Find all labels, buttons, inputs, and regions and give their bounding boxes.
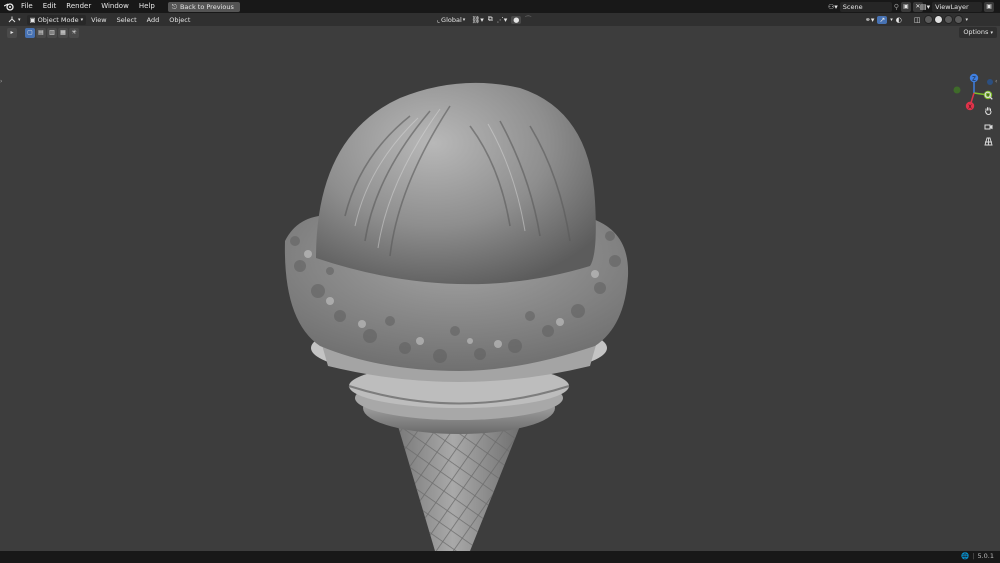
- version-info: 🌐 | 5.0.1: [961, 552, 994, 560]
- status-bar: 🌐 | 5.0.1: [0, 551, 1000, 563]
- shading-mode-group: [923, 15, 963, 24]
- menu-window[interactable]: Window: [96, 0, 134, 13]
- 3d-viewport[interactable]: › ‹ Z Y X: [0, 26, 1000, 551]
- menu-file[interactable]: File: [16, 0, 38, 13]
- wireframe-shading-icon[interactable]: [923, 15, 933, 24]
- chevron-down-icon: ▾: [990, 30, 993, 36]
- object-mode-icon: ▣: [29, 15, 36, 24]
- view-layer-name-field[interactable]: ViewLayer: [932, 1, 983, 12]
- falloff-icon[interactable]: ⁀: [525, 16, 531, 24]
- version-label: 5.0.1: [977, 552, 994, 560]
- scene-icon[interactable]: ⚇▾: [828, 3, 838, 11]
- select-extend-icon[interactable]: ▤: [36, 27, 46, 38]
- globe-icon: 🌐: [961, 552, 970, 560]
- gizmo-dropdown-icon[interactable]: ▾: [890, 17, 893, 23]
- top-menu-bar: File Edit Render Window Help ⎋ Back to P…: [0, 0, 1000, 13]
- pivot-point-icon[interactable]: ⛓▾: [471, 16, 483, 24]
- new-view-layer-icon[interactable]: ▣: [984, 1, 995, 12]
- scene-name-field[interactable]: Scene: [839, 1, 892, 12]
- select-invert-icon[interactable]: ▦: [58, 27, 68, 38]
- select-subtract-icon[interactable]: ▥: [47, 27, 57, 38]
- snap-options-icon[interactable]: ⋰▾: [497, 16, 508, 24]
- viewport-header: ▾ ▣ Object Mode ▾ View Select Add Object…: [0, 13, 1000, 26]
- transform-orientation-dropdown[interactable]: ⌞ Global ▾: [435, 15, 467, 25]
- active-tool-icon[interactable]: ▸: [7, 27, 17, 38]
- perspective-toggle-icon[interactable]: [982, 135, 995, 148]
- chevron-down-icon: ▾: [80, 16, 84, 23]
- menu-render[interactable]: Render: [61, 0, 96, 13]
- header-menu-view[interactable]: View: [86, 16, 111, 24]
- back-to-previous-label: Back to Previous: [179, 2, 234, 11]
- blender-logo-icon[interactable]: [2, 0, 16, 13]
- header-menu-add[interactable]: Add: [142, 16, 165, 24]
- new-scene-icon[interactable]: ▣: [900, 1, 911, 12]
- rendered-shading-icon[interactable]: [953, 15, 963, 24]
- menu-help[interactable]: Help: [134, 0, 160, 13]
- back-to-previous-button[interactable]: ⎋ Back to Previous: [167, 1, 240, 12]
- options-dropdown[interactable]: Options ▾: [959, 27, 997, 38]
- shading-options-icon[interactable]: ▾: [966, 17, 969, 23]
- select-new-icon[interactable]: ▢: [25, 27, 35, 38]
- back-icon: ⎋: [171, 2, 177, 11]
- toolbar-expand-icon[interactable]: ›: [0, 78, 4, 86]
- header-menu-select[interactable]: Select: [112, 16, 142, 24]
- viewport-display-tools: ⚭▾ ↗ ▾ ◐ ◫ ▾: [865, 14, 968, 25]
- pan-hand-icon[interactable]: [982, 104, 995, 117]
- gizmo-toggle-icon[interactable]: ↗: [877, 15, 888, 24]
- xray-toggle-icon[interactable]: ◫: [914, 16, 921, 24]
- orientation-icon: ⌞: [437, 15, 441, 24]
- snap-icon[interactable]: ⧉: [488, 15, 493, 24]
- pin-icon[interactable]: ⚲: [894, 3, 899, 11]
- editor-type-icon[interactable]: ▾: [6, 15, 23, 25]
- visibility-icon[interactable]: ⚭▾: [865, 16, 874, 24]
- camera-view-icon[interactable]: [982, 120, 995, 133]
- menu-edit[interactable]: Edit: [38, 0, 62, 13]
- select-intersect-icon[interactable]: ✳: [69, 27, 79, 38]
- ice-cream-cone-model: [284, 82, 629, 551]
- material-preview-shading-icon[interactable]: [943, 15, 953, 24]
- zoom-icon[interactable]: [982, 89, 995, 102]
- header-menu-object[interactable]: Object: [164, 16, 195, 24]
- object-mode-dropdown[interactable]: ▣ Object Mode ▾: [26, 14, 87, 25]
- tool-settings-row: ▸ ▢ ▤ ▥ ▦ ✳ Options ▾: [0, 26, 1000, 39]
- transform-tools: ⌞ Global ▾ ⛓▾ ⧉ ⋰▾ ● ⁀: [435, 14, 531, 25]
- selection-mode-group: ▢ ▤ ▥ ▦ ✳: [25, 27, 79, 38]
- gizmo-z-label: Z: [972, 77, 976, 83]
- view-layer-selector: ▤▾ ViewLayer ▣: [920, 1, 995, 12]
- chevron-down-icon: ▾: [462, 16, 466, 23]
- proportional-editing-icon[interactable]: ●: [511, 15, 522, 24]
- scene-selector: ⚇▾ Scene ⚲ ▣ ✕: [828, 1, 923, 12]
- gizmo-x-label: X: [968, 105, 972, 111]
- solid-shading-icon[interactable]: [933, 15, 943, 24]
- overlays-icon[interactable]: ◐: [896, 16, 902, 24]
- view-layer-icon[interactable]: ▤▾: [920, 3, 930, 11]
